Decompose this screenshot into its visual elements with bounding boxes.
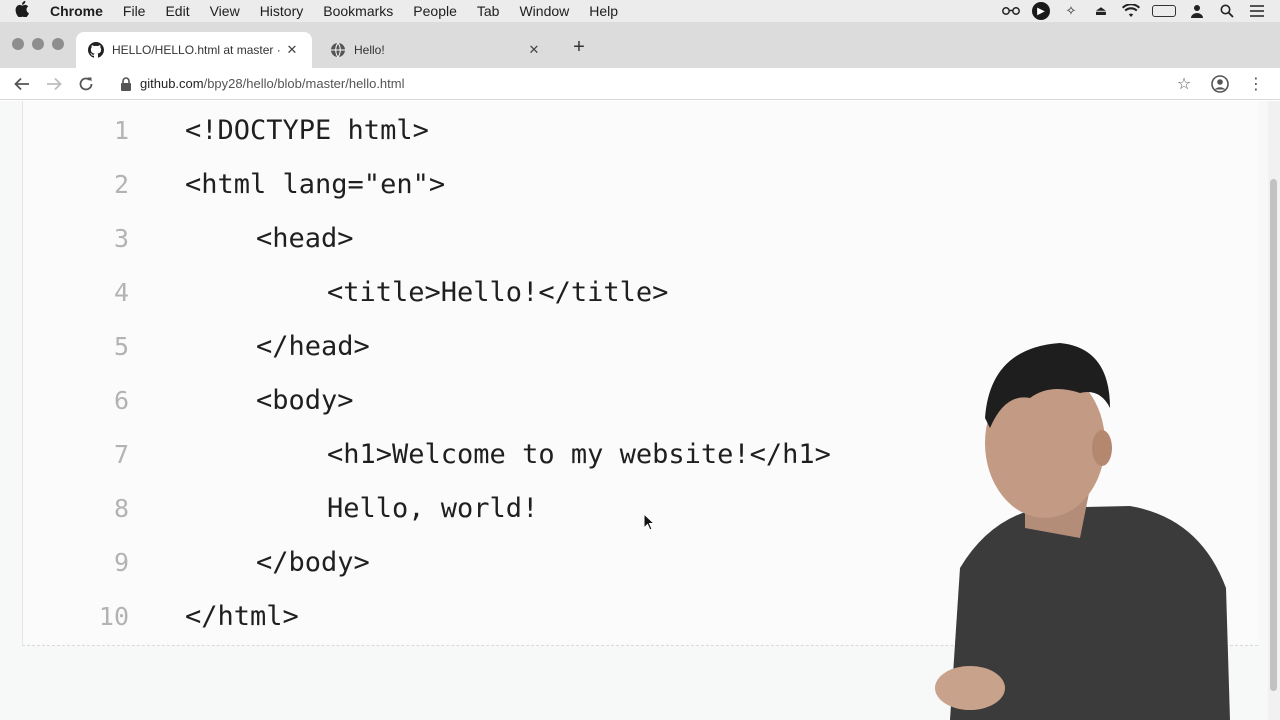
mouse-cursor-icon (643, 513, 655, 531)
macos-menu-bar: Chrome File Edit View History Bookmarks … (0, 0, 1280, 22)
line-number[interactable]: 4 (23, 278, 129, 307)
user-icon[interactable] (1188, 4, 1206, 18)
scrollbar-thumb[interactable] (1270, 179, 1277, 691)
browser-toolbar: github.com/bpy28/hello/blob/master/hello… (0, 68, 1280, 100)
back-button[interactable] (6, 70, 38, 98)
tab-title: HELLO/HELLO.html at master · bpy28/h (112, 43, 284, 57)
line-number[interactable]: 5 (23, 332, 129, 361)
line-number[interactable]: 8 (23, 494, 129, 523)
extension-icon[interactable]: ✧ (1062, 3, 1080, 18)
line-number[interactable]: 2 (23, 170, 129, 199)
line-code: <body> (256, 384, 354, 416)
menu-window[interactable]: Window (509, 0, 579, 22)
menu-history[interactable]: History (250, 0, 314, 22)
line-code: </html> (185, 600, 299, 632)
line-number[interactable]: 6 (23, 386, 129, 415)
zoom-window-button[interactable] (52, 38, 64, 50)
minimize-window-button[interactable] (32, 38, 44, 50)
menu-app-name[interactable]: Chrome (44, 0, 113, 22)
more-menu-icon[interactable]: ⋮ (1246, 74, 1266, 94)
menu-bookmarks[interactable]: Bookmarks (313, 0, 403, 22)
line-code: <head> (256, 222, 354, 254)
close-tab-icon[interactable]: ✕ (284, 42, 300, 58)
menu-people[interactable]: People (403, 0, 467, 22)
play-circle-icon[interactable]: ▶ (1032, 2, 1050, 20)
tab-hello[interactable]: Hello! ✕ (318, 32, 554, 68)
status-area: ▶ ✧ ⏏ (1002, 2, 1280, 20)
line-code: <title>Hello!</title> (327, 276, 669, 308)
reload-button[interactable] (70, 70, 102, 98)
page-scrollbar[interactable] (1268, 101, 1280, 720)
close-tab-icon[interactable]: ✕ (526, 42, 542, 58)
glasses-icon[interactable] (1002, 4, 1020, 18)
line-code: </body> (256, 546, 370, 578)
toolbar-right: ☆ ⋮ (1174, 74, 1280, 94)
line-number[interactable]: 10 (23, 602, 129, 631)
line-code: <h1>Welcome to my website!</h1> (327, 438, 831, 470)
bookmark-star-icon[interactable]: ☆ (1174, 74, 1194, 94)
line-code: <html lang="en"> (185, 168, 446, 200)
wifi-icon[interactable] (1122, 4, 1140, 18)
line-code: <!DOCTYPE html> (185, 114, 429, 146)
menu-help[interactable]: Help (579, 0, 628, 22)
line-number[interactable]: 9 (23, 548, 129, 577)
lock-icon (121, 76, 131, 91)
tab-github-hello[interactable]: HELLO/HELLO.html at master · bpy28/h ✕ (76, 32, 312, 68)
url-host: github.com (140, 76, 204, 91)
browser-tab-strip: HELLO/HELLO.html at master · bpy28/h ✕ H… (0, 22, 1280, 68)
menu-view[interactable]: View (200, 0, 250, 22)
apple-menu-icon[interactable] (0, 0, 44, 21)
menu-edit[interactable]: Edit (155, 0, 199, 22)
notification-center-icon[interactable] (1248, 4, 1266, 18)
globe-icon (330, 42, 346, 58)
line-code: </head> (256, 330, 370, 362)
line-code: Hello, world! (327, 492, 539, 524)
menu-tab[interactable]: Tab (467, 0, 510, 22)
menu-file[interactable]: File (113, 0, 156, 22)
close-window-button[interactable] (12, 38, 24, 50)
spotlight-search-icon[interactable] (1218, 4, 1236, 18)
url-path: /bpy28/hello/blob/master/hello.html (203, 76, 405, 91)
forward-button[interactable] (38, 70, 70, 98)
tab-title: Hello! (354, 43, 385, 57)
window-controls (12, 38, 64, 50)
github-icon (88, 42, 104, 58)
code-line: 1 <!DOCTYPE html> (23, 103, 1223, 157)
line-number[interactable]: 1 (23, 116, 129, 145)
presenter-video-overlay (935, 343, 1230, 720)
code-line: 2 <html lang="en"> (23, 157, 1223, 211)
address-bar[interactable]: github.com/bpy28/hello/blob/master/hello… (120, 76, 1174, 91)
code-line: 4 <title>Hello!</title> (23, 265, 1223, 319)
line-number[interactable]: 7 (23, 440, 129, 469)
eject-icon[interactable]: ⏏ (1092, 3, 1110, 18)
profile-avatar-icon[interactable] (1210, 74, 1230, 94)
code-line: 3 <head> (23, 211, 1223, 265)
line-number[interactable]: 3 (23, 224, 129, 253)
battery-icon[interactable] (1152, 5, 1176, 17)
new-tab-button[interactable]: + (568, 36, 590, 59)
